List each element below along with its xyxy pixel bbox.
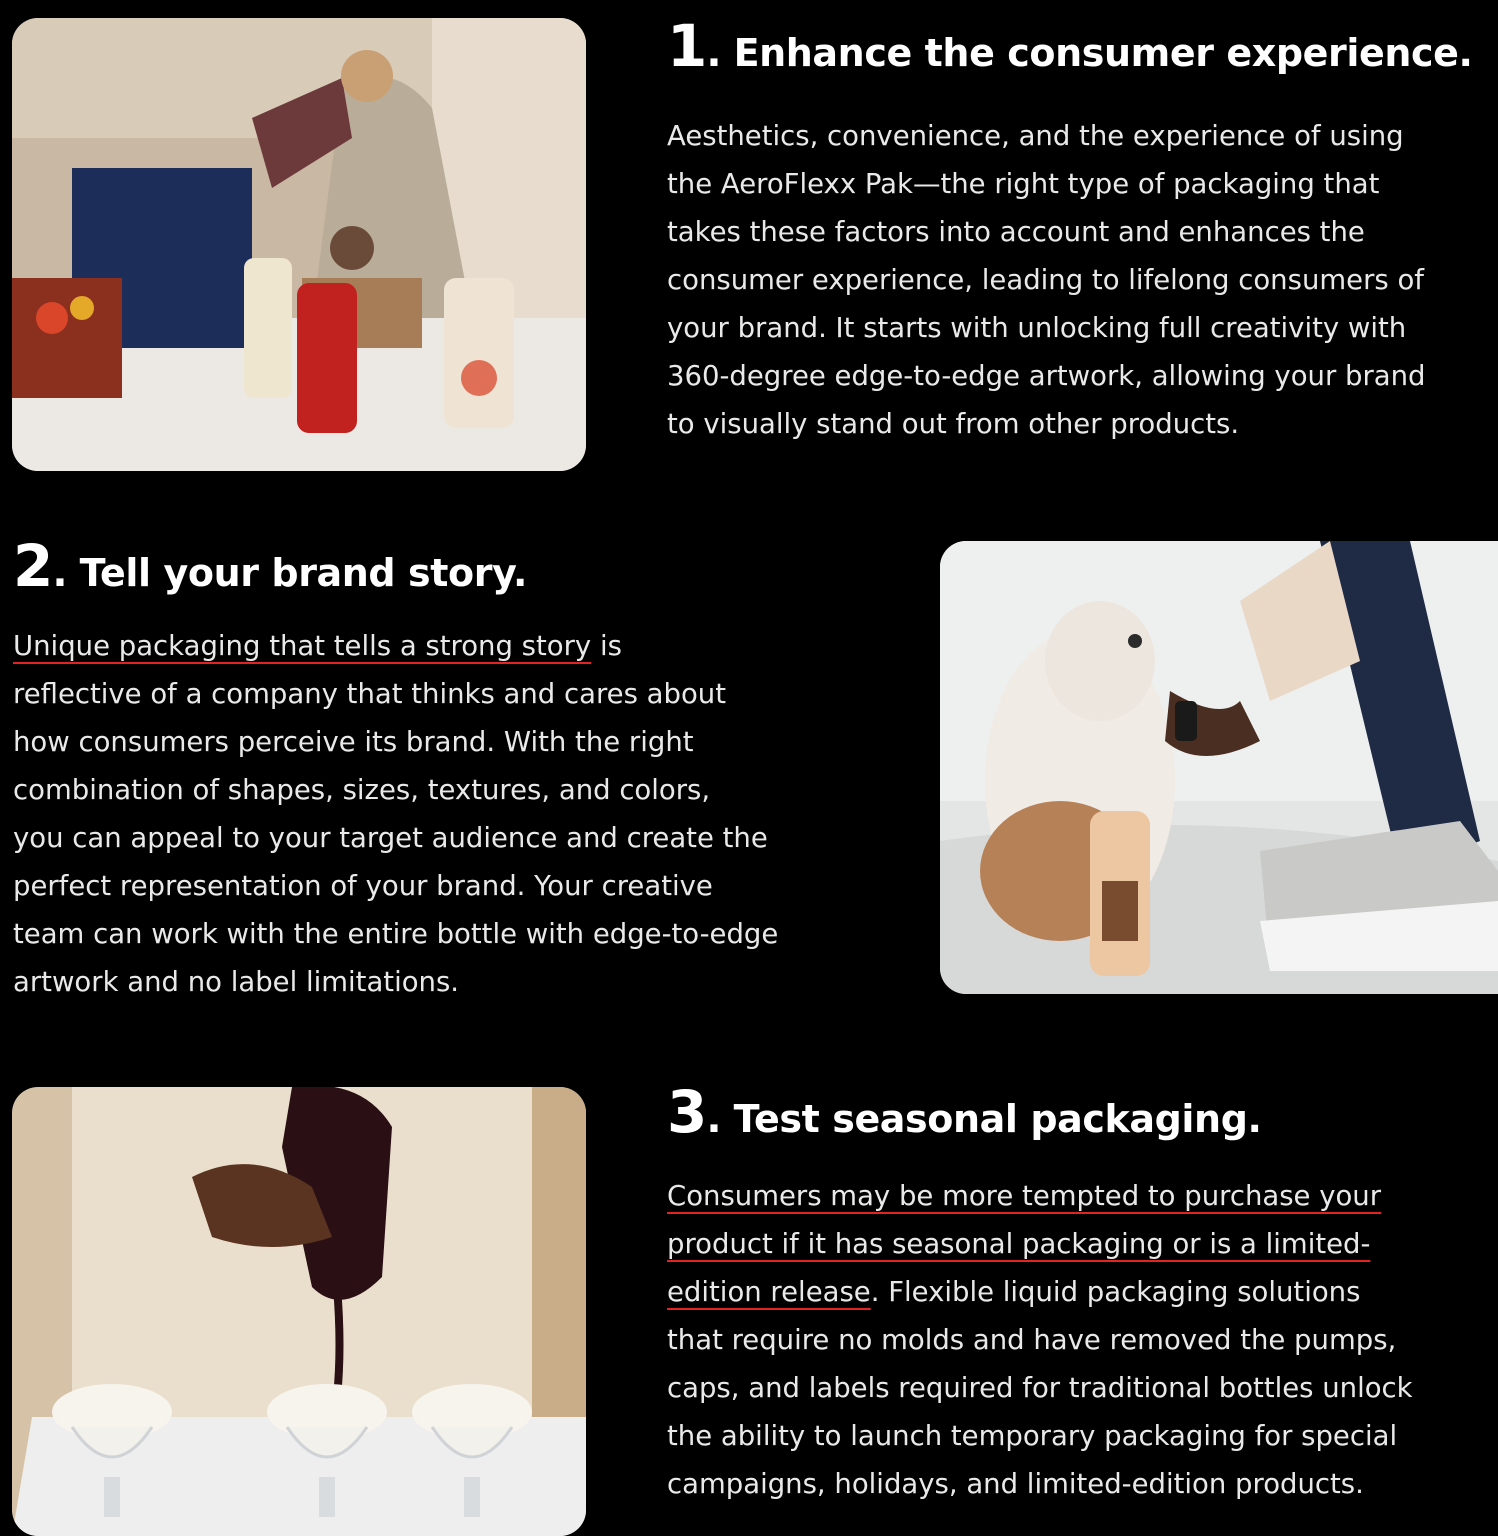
body-line: perfect representation of your brand. Yo… (13, 870, 713, 902)
photo-grocery-unpacking (12, 18, 586, 471)
photo-chocolate-sauce (12, 1087, 586, 1536)
body-line: artwork and no label limitations. (13, 966, 460, 998)
section-3: 3. Test seasonal packaging. Consumers ma… (667, 1078, 1413, 1508)
section-1-title: Enhance the consumer experience. (733, 31, 1473, 75)
section-3-number: 3 (667, 1078, 707, 1146)
body-line: caps, and labels required for traditiona… (667, 1372, 1413, 1404)
body-line: how consumers perceive its brand. With t… (13, 726, 694, 758)
body-line: campaigns, holidays, and limited-edition… (667, 1468, 1364, 1500)
body-line: to visually stand out from other product… (667, 408, 1240, 440)
section-2: 2. Tell your brand story. Unique packagi… (13, 532, 778, 1006)
body-line: that require no molds and have removed t… (667, 1324, 1397, 1356)
section-1-heading: 1. Enhance the consumer experience. (667, 12, 1473, 80)
body-line: 360-degree edge-to-edge artwork, allowin… (667, 360, 1426, 392)
body-line: is (591, 630, 622, 662)
body-line: combination of shapes, sizes, textures, … (13, 774, 711, 806)
section-2-number: 2 (13, 532, 53, 600)
body-line: the AeroFlexx Pak—the right type of pack… (667, 168, 1380, 200)
body-line: takes these factors into account and enh… (667, 216, 1365, 248)
section-1: 1. Enhance the consumer experience. Aest… (667, 12, 1473, 448)
seasonal-packaging-link-line-1[interactable]: Consumers may be more tempted to purchas… (667, 1180, 1381, 1212)
body-line: team can work with the entire bottle wit… (13, 918, 779, 950)
seasonal-packaging-link-line-2[interactable]: product if it has seasonal packaging or … (667, 1228, 1370, 1260)
brand-story-link[interactable]: Unique packaging that tells a strong sto… (13, 630, 591, 662)
photo-dog-bath (940, 541, 1498, 994)
section-3-body: Consumers may be more tempted to purchas… (667, 1172, 1413, 1508)
section-2-title: Tell your brand story. (79, 551, 528, 595)
section-1-number: 1 (667, 12, 707, 80)
section-2-body: Unique packaging that tells a strong sto… (13, 622, 778, 1006)
body-line: Aesthetics, convenience, and the experie… (667, 120, 1404, 152)
body-line: consumer experience, leading to lifelong… (667, 264, 1424, 296)
body-line: your brand. It starts with unlocking ful… (667, 312, 1407, 344)
section-2-heading: 2. Tell your brand story. (13, 532, 528, 600)
seasonal-packaging-link-line-3[interactable]: edition release (667, 1276, 871, 1308)
section-1-body: Aesthetics, convenience, and the experie… (667, 112, 1473, 448)
section-3-heading: 3. Test seasonal packaging. (667, 1078, 1262, 1146)
body-line: you can appeal to your target audience a… (13, 822, 768, 854)
section-3-title: Test seasonal packaging. (733, 1097, 1262, 1141)
body-line: . Flexible liquid packaging solutions (870, 1276, 1361, 1308)
body-line: reflective of a company that thinks and … (13, 678, 727, 710)
body-line: the ability to launch temporary packagin… (667, 1420, 1398, 1452)
